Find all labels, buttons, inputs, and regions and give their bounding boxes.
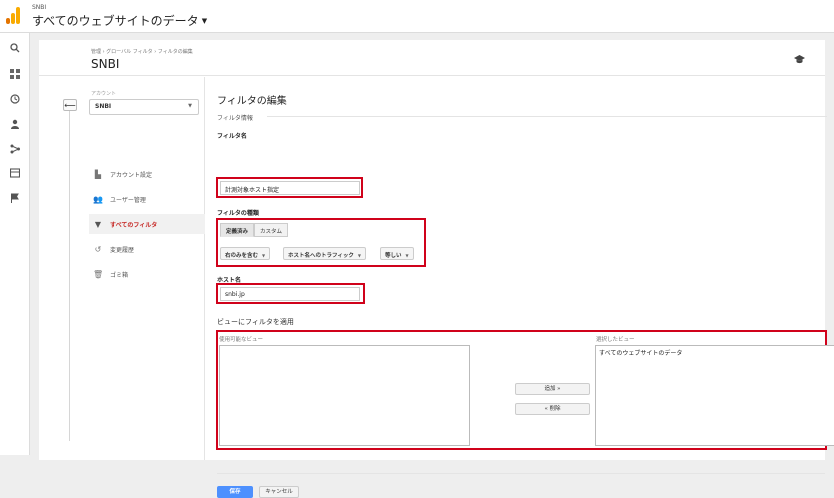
view-selector[interactable]: すべてのウェブサイトのデータ ▼: [32, 12, 207, 29]
account-label: アカウント: [91, 91, 117, 97]
source-dropdown[interactable]: ホスト名へのトラフィック ▼: [283, 247, 366, 260]
filter-name-label: フィルタ名: [217, 133, 247, 140]
sidebar-item-trash[interactable]: 🗑 ゴミ箱: [89, 264, 205, 284]
page-title: SNBI: [91, 57, 120, 71]
include-dropdown-value: 右のみを含む: [225, 253, 259, 259]
clock-icon[interactable]: [7, 91, 23, 107]
filter-name-input[interactable]: 計測対象ホスト指定: [220, 181, 360, 195]
filter-icon: ▼: [94, 219, 102, 229]
filter-edit-form: フィルタの編集 フィルタ情報 フィルタ名 計測対象ホスト指定 フィルタの種類 定…: [216, 77, 834, 498]
add-view-button[interactable]: 追加 »: [515, 383, 590, 395]
graduation-cap-icon[interactable]: [794, 55, 805, 67]
top-bar: SNBI すべてのウェブサイトのデータ ▼: [0, 0, 834, 33]
section-label-filter-info: フィルタ情報: [217, 115, 253, 122]
hostname-input[interactable]: snbi.jp: [220, 287, 360, 301]
trash-icon: 🗑: [93, 269, 104, 279]
sidebar-item-label: 変更履歴: [110, 246, 135, 254]
sidebar-item-all-filters[interactable]: ▼ すべてのフィルタ: [89, 214, 205, 234]
chevron-down-icon: ▼: [405, 253, 409, 258]
include-dropdown[interactable]: 右のみを含む ▼: [220, 247, 271, 260]
divider: [217, 473, 825, 474]
back-arrow-button[interactable]: ⟵: [63, 99, 77, 111]
view-title: すべてのウェブサイトのデータ: [32, 14, 199, 28]
divider: [267, 116, 827, 117]
analytics-logo-icon[interactable]: [6, 7, 20, 24]
selected-views-label: 選択したビュー: [596, 337, 635, 343]
list-item[interactable]: すべてのウェブサイトのデータ: [599, 348, 834, 357]
filter-type-label: フィルタの種類: [217, 210, 259, 217]
source-dropdown-value: ホスト名へのトラフィック: [288, 253, 354, 259]
users-icon: 👥: [93, 194, 103, 204]
person-icon[interactable]: [7, 116, 23, 132]
available-views-label: 使用可能なビュー: [219, 337, 264, 343]
match-dropdown[interactable]: 等しい ▼: [380, 247, 414, 260]
dashboard-icon[interactable]: [7, 66, 23, 82]
remove-view-button[interactable]: « 削除: [515, 403, 590, 415]
table-icon[interactable]: [7, 165, 23, 181]
sidebar-item-label: アカウント設定: [110, 171, 153, 179]
breadcrumb[interactable]: 管理 › グローバル フィルタ › フィルタの編集: [91, 48, 193, 55]
tab-custom[interactable]: カスタム: [254, 223, 289, 237]
share-icon[interactable]: [7, 141, 23, 157]
history-icon: ↺: [94, 244, 102, 254]
sidebar-item-label: ユーザー管理: [110, 196, 146, 204]
sidebar-item-label: すべてのフィルタ: [110, 221, 158, 229]
building-icon: ▙: [94, 169, 102, 179]
account-select-value: SNBI: [95, 103, 112, 110]
sidebar-item-account-settings[interactable]: ▙ アカウント設定: [89, 164, 205, 184]
sidebar-item-change-history[interactable]: ↺ 変更履歴: [89, 239, 205, 259]
selected-views-list[interactable]: すべてのウェブサイトのデータ: [595, 345, 834, 446]
cancel-button[interactable]: キャンセル: [259, 486, 299, 498]
save-button[interactable]: 保存: [217, 486, 253, 498]
match-dropdown-value: 等しい: [385, 253, 402, 259]
divider: [69, 111, 70, 441]
sidebar-item-user-management[interactable]: 👥 ユーザー管理: [89, 189, 205, 209]
apply-views-heading: ビューにフィルタを適用: [217, 318, 294, 326]
caret-down-icon: ▼: [201, 17, 208, 25]
admin-sidebar: ⟵ アカウント SNBI ▼ ▙ アカウント設定 👥 ユーザー管理 ▼ すべての…: [39, 77, 205, 460]
sidebar-item-label: ゴミ箱: [110, 271, 129, 279]
chevron-down-icon: ▼: [188, 103, 192, 109]
chevron-down-icon: ▼: [357, 253, 361, 258]
page-header: 管理 › グローバル フィルタ › フィルタの編集 SNBI: [39, 40, 825, 76]
back-arrow-icon: ⟵: [64, 100, 76, 110]
left-nav: [0, 33, 30, 455]
account-select[interactable]: SNBI ▼: [89, 99, 199, 115]
account-name: SNBI: [32, 4, 47, 11]
chevron-down-icon: ▼: [262, 253, 266, 258]
search-icon[interactable]: [7, 40, 23, 56]
available-views-list[interactable]: [219, 345, 470, 446]
form-heading: フィルタの編集: [217, 96, 287, 107]
flag-icon[interactable]: [7, 190, 23, 206]
filter-type-tabs: 定義済み カスタム: [220, 223, 289, 237]
tab-predefined[interactable]: 定義済み: [220, 223, 255, 237]
admin-panel: 管理 › グローバル フィルタ › フィルタの編集 SNBI ⟵ アカウント S…: [39, 40, 834, 498]
